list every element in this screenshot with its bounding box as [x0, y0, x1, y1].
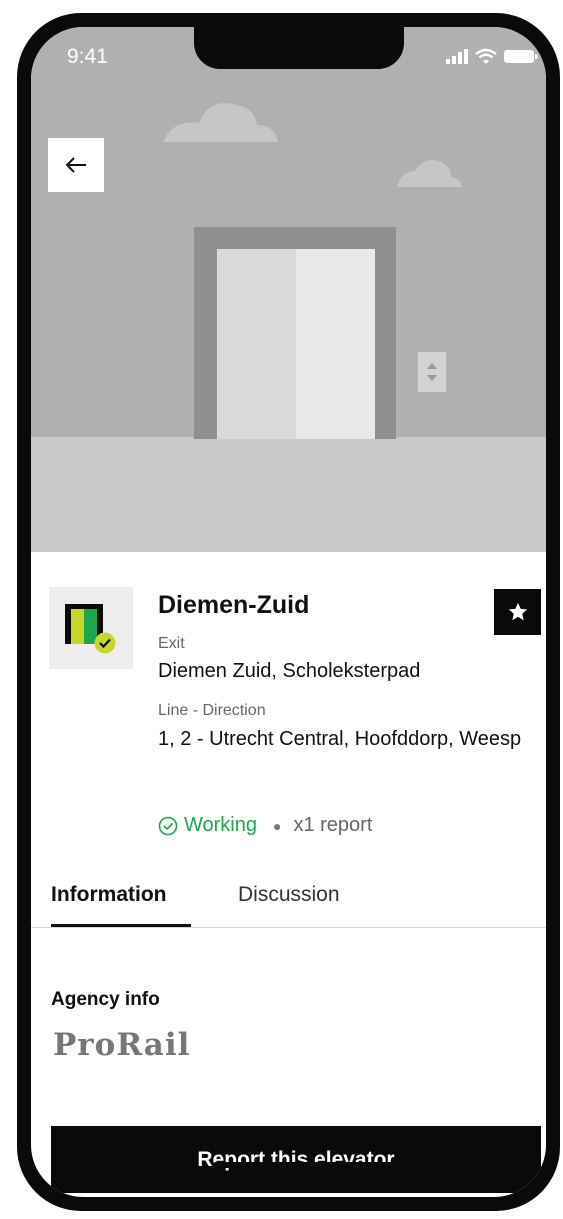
- elevator-call-button: [418, 352, 446, 392]
- cellular-signal-icon: [446, 49, 468, 64]
- cloud-left-icon: [163, 103, 278, 142]
- status-time: 9:41: [67, 45, 108, 68]
- exit-value: Diemen Zuid, Scholeksterpad: [158, 660, 421, 682]
- check-circle-icon: [158, 816, 178, 835]
- report-elevator-button[interactable]: Report this elevator: [51, 1126, 541, 1193]
- station-status-icon: [49, 587, 133, 669]
- elevator-door-right: [296, 249, 375, 439]
- up-down-arrows-icon: [427, 363, 437, 381]
- favorite-button[interactable]: [494, 589, 541, 635]
- line-direction-value: 1, 2 - Utrecht Central, Hoofddorp, Weesp: [158, 728, 522, 750]
- elevator-working-icon: [65, 604, 116, 654]
- status-row: Working ● x1 report: [158, 814, 372, 837]
- back-button[interactable]: [48, 138, 104, 192]
- home-indicator: [213, 1162, 398, 1168]
- wifi-icon: [475, 48, 497, 64]
- cloud-right-icon: [397, 160, 462, 187]
- tab-bar: Information Discussion: [31, 870, 546, 928]
- phone-notch: [194, 27, 404, 69]
- app-screen: 9:41 Diemen-Zuid Exit Diemen Zuid, Schol…: [31, 27, 546, 1197]
- status-icons: [440, 45, 540, 72]
- floor: [31, 437, 546, 552]
- battery-icon: [504, 50, 538, 63]
- elevator-illustration: [31, 27, 546, 552]
- agency-logo: ProRail: [53, 1027, 191, 1063]
- separator-dot: ●: [273, 817, 282, 834]
- phone-frame: 9:41 Diemen-Zuid Exit Diemen Zuid, Schol…: [17, 13, 560, 1211]
- report-count[interactable]: x1 report: [293, 814, 372, 837]
- exit-label: Exit: [158, 635, 185, 652]
- station-title: Diemen-Zuid: [158, 591, 310, 619]
- elevator-door-left: [217, 249, 296, 439]
- active-tab-indicator: [51, 924, 191, 927]
- status-working: Working: [184, 814, 257, 836]
- tab-discussion[interactable]: Discussion: [238, 883, 340, 907]
- star-icon: [508, 602, 527, 621]
- line-direction-label: Line - Direction: [158, 702, 266, 719]
- tab-information[interactable]: Information: [51, 883, 167, 907]
- arrow-left-icon: [65, 157, 86, 173]
- agency-info-title: Agency info: [51, 989, 160, 1010]
